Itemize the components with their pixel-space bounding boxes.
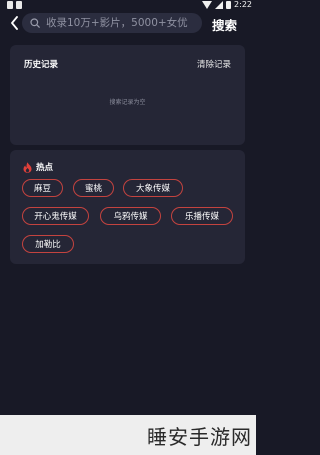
- notification-icons: [7, 1, 22, 9]
- status-bar: 2:22: [0, 0, 256, 13]
- battery-icon: [226, 0, 232, 9]
- history-panel: 历史记录 清除记录 搜索记录为空: [10, 45, 245, 145]
- notification-icon: [16, 1, 22, 9]
- chevron-left-icon: [10, 16, 18, 30]
- hot-tag[interactable]: 开心鬼传媒: [22, 207, 89, 225]
- signal-icon: [215, 0, 224, 9]
- system-indicators: 2:22: [202, 0, 252, 9]
- search-header: 搜索: [0, 13, 256, 35]
- hot-panel: 热点 麻豆 蜜桃 大象传媒 开心鬼传媒 乌鸦传媒 乐播传媒 加勒比: [10, 150, 245, 264]
- hot-title: 热点: [36, 163, 54, 173]
- clock: 2:22: [234, 0, 252, 9]
- hot-tag[interactable]: 麻豆: [22, 179, 63, 197]
- search-icon: [28, 16, 42, 30]
- empty-history-text: 搜索记录为空: [109, 99, 146, 106]
- back-button[interactable]: [5, 13, 23, 33]
- hot-tag[interactable]: 加勒比: [22, 235, 74, 253]
- watermark-banner: 睡安手游网: [0, 415, 256, 455]
- clear-history-button[interactable]: 清除记录: [197, 58, 231, 70]
- search-button[interactable]: 搜索: [212, 15, 237, 34]
- flame-icon: [22, 161, 32, 173]
- hot-header: 热点: [22, 161, 53, 173]
- hot-tag[interactable]: 大象传媒: [123, 179, 183, 197]
- wifi-icon: [202, 0, 213, 9]
- search-box[interactable]: [22, 13, 202, 33]
- hot-tag[interactable]: 蜜桃: [73, 179, 114, 197]
- hot-tag[interactable]: 乐播传媒: [171, 207, 233, 225]
- hot-tag[interactable]: 乌鸦传媒: [100, 207, 161, 225]
- watermark-text: 睡安手游网: [147, 425, 252, 449]
- notification-icon: [7, 1, 13, 9]
- history-title: 历史记录: [24, 60, 59, 70]
- search-input[interactable]: [42, 17, 196, 29]
